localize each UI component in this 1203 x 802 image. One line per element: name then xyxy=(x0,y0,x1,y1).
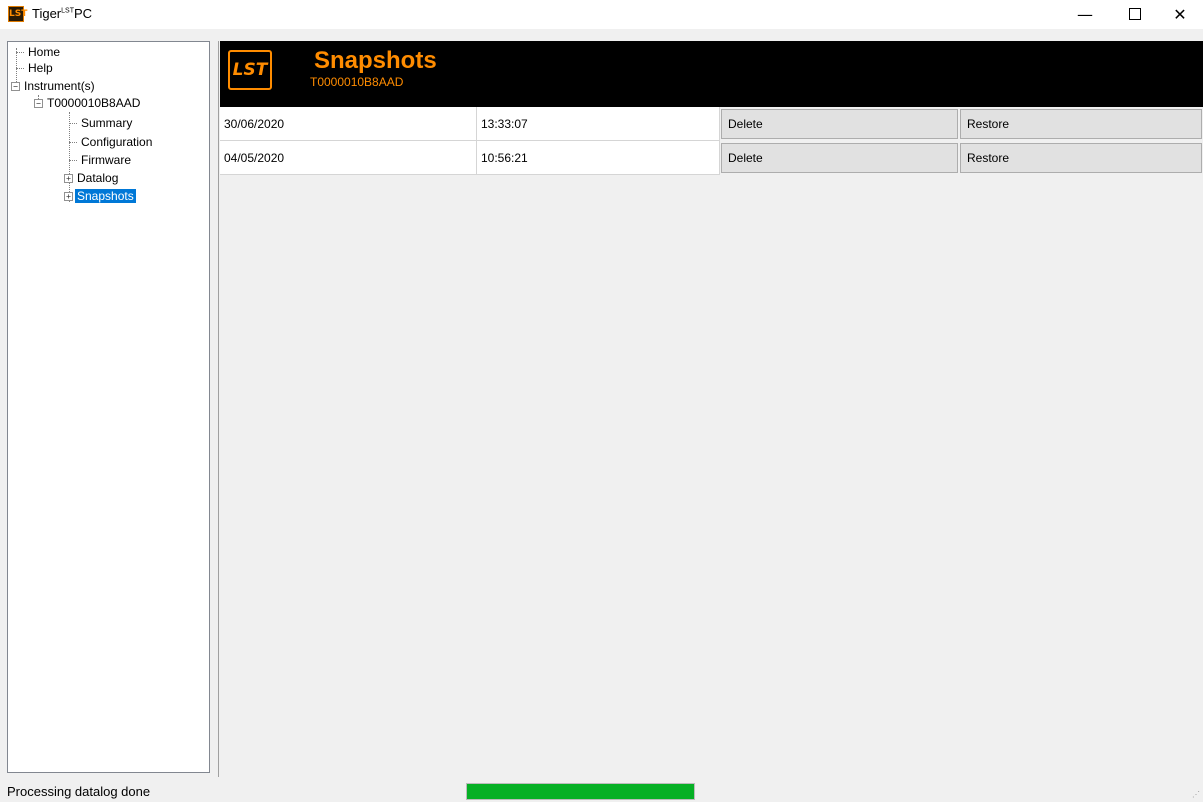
tree-item-label: Firmware xyxy=(81,153,131,167)
tree-item-label: Configuration xyxy=(81,135,153,149)
tree-item-datalog[interactable]: + Datalog xyxy=(64,171,120,188)
page-title: Snapshots xyxy=(314,47,437,74)
tree-item-instrument[interactable]: − T0000010B8AAD xyxy=(34,96,142,113)
maximize-button[interactable] xyxy=(1112,0,1158,29)
tree-item-label: Summary xyxy=(81,116,133,130)
page-subtitle: T0000010B8AAD xyxy=(310,75,404,89)
close-button[interactable]: ✕ xyxy=(1157,0,1203,29)
tree-item-home[interactable]: Home xyxy=(16,45,62,62)
tree-item-help[interactable]: Help xyxy=(16,61,55,78)
title-bar: LST TigerLSTPC — ✕ xyxy=(0,0,1203,29)
progress-fill xyxy=(467,784,694,799)
expand-icon[interactable]: + xyxy=(64,174,73,184)
collapse-icon[interactable]: − xyxy=(11,82,20,92)
main-panel: LST Snapshots T0000010B8AAD 30/06/2020 1… xyxy=(218,41,1203,777)
maximize-icon xyxy=(1129,8,1141,20)
tree-item-instruments[interactable]: − Instrument(s) xyxy=(11,79,97,96)
tree-connector xyxy=(69,123,77,125)
delete-button[interactable]: Delete xyxy=(721,143,958,173)
minimize-button[interactable]: — xyxy=(1062,0,1108,29)
tree-item-firmware[interactable]: Firmware xyxy=(69,153,133,170)
navigation-tree[interactable]: Home Help − Instrument(s) − T0000010B8AAD … xyxy=(7,41,210,773)
lst-logo: LST xyxy=(228,50,272,90)
snapshot-date: 30/06/2020 xyxy=(220,107,477,141)
page-header: LST Snapshots T0000010B8AAD xyxy=(220,41,1203,107)
window-title-main: Tiger xyxy=(32,6,62,21)
snapshots-table: 30/06/2020 13:33:07 Delete Restore 04/05… xyxy=(220,107,1203,175)
tree-connector xyxy=(16,68,24,70)
app-logo-icon: LST xyxy=(8,6,27,22)
tree-connector xyxy=(69,142,77,144)
tree-connector xyxy=(16,52,24,54)
snapshot-time: 13:33:07 xyxy=(477,107,720,141)
tree-item-label: Instrument(s) xyxy=(24,79,95,93)
progress-bar xyxy=(466,783,695,800)
tree-item-label: Home xyxy=(28,45,61,59)
tree-item-snapshots[interactable]: + Snapshots xyxy=(64,189,136,206)
status-text: Processing datalog done xyxy=(7,784,151,799)
tree-item-label: T0000010B8AAD xyxy=(47,96,141,110)
tree-connector xyxy=(69,160,77,162)
table-row: 30/06/2020 13:33:07 Delete Restore xyxy=(220,107,1203,141)
table-row: 04/05/2020 10:56:21 Delete Restore xyxy=(220,141,1203,175)
tree-item-label: Help xyxy=(28,61,53,75)
restore-button[interactable]: Restore xyxy=(960,109,1202,139)
expand-icon[interactable]: + xyxy=(64,192,73,202)
window-title-suffix: PC xyxy=(73,6,93,21)
restore-button[interactable]: Restore xyxy=(960,143,1202,173)
tree-item-summary[interactable]: Summary xyxy=(69,116,134,133)
snapshot-date: 04/05/2020 xyxy=(220,141,477,175)
window-title: TigerLSTPC xyxy=(32,6,92,21)
status-bar: Processing datalog done ⋰ xyxy=(0,780,1203,802)
delete-button[interactable]: Delete xyxy=(721,109,958,139)
app-window: LST TigerLSTPC — ✕ Home Help − Instrument… xyxy=(0,0,1203,802)
snapshot-time: 10:56:21 xyxy=(477,141,720,175)
tree-item-configuration[interactable]: Configuration xyxy=(69,135,154,152)
tree-item-label: Datalog xyxy=(77,171,119,185)
window-title-superscript: LST xyxy=(61,7,74,15)
collapse-icon[interactable]: − xyxy=(34,99,43,109)
tree-item-label: Snapshots xyxy=(75,189,136,203)
resize-grip-icon[interactable]: ⋰ xyxy=(1192,791,1200,799)
